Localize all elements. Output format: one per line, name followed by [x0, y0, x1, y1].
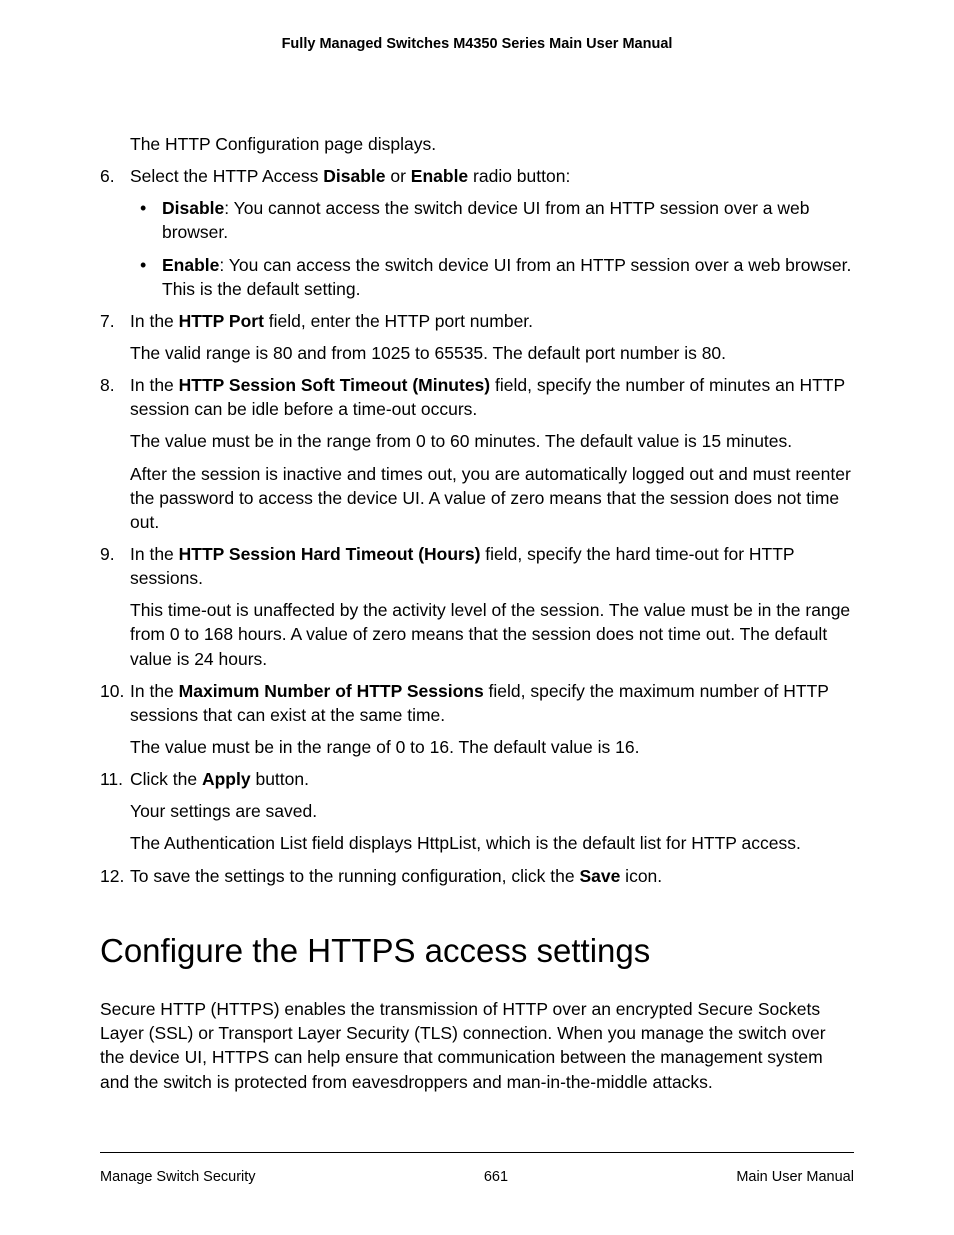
- page-header-title: Fully Managed Switches M4350 Series Main…: [100, 36, 854, 52]
- section-https-paragraph: Secure HTTP (HTTPS) enables the transmis…: [100, 997, 854, 1094]
- step-11-detail-2: The Authentication List field displays H…: [130, 831, 854, 855]
- step-7: 7. In the HTTP Port field, enter the HTT…: [130, 309, 854, 365]
- intro-paragraph: The HTTP Configuration page displays.: [130, 132, 854, 156]
- step-6-bullets: Disable: You cannot access the switch de…: [130, 196, 854, 301]
- section-heading-https: Configure the HTTPS access settings: [100, 928, 854, 974]
- body-content: The HTTP Configuration page displays. 6.…: [100, 132, 854, 1094]
- footer-page-number: 661: [484, 1169, 508, 1185]
- step-text: Click the Apply button.: [130, 769, 309, 789]
- step-number: 11.: [100, 767, 126, 791]
- step-text: In the HTTP Session Hard Timeout (Hours)…: [130, 544, 794, 588]
- step-7-detail: The valid range is 80 and from 1025 to 6…: [130, 341, 854, 365]
- footer-left: Manage Switch Security: [100, 1169, 256, 1185]
- step-text: In the HTTP Session Soft Timeout (Minute…: [130, 375, 845, 419]
- step-8-detail-2: After the session is inactive and times …: [130, 462, 854, 534]
- step-6: 6. Select the HTTP Access Disable or Ena…: [130, 164, 854, 301]
- step-11-detail-1: Your settings are saved.: [130, 799, 854, 823]
- document-page: Fully Managed Switches M4350 Series Main…: [0, 0, 954, 1235]
- bullet-disable: Disable: You cannot access the switch de…: [162, 196, 854, 244]
- step-text: Select the HTTP Access Disable or Enable…: [130, 166, 570, 186]
- step-10-detail: The value must be in the range of 0 to 1…: [130, 735, 854, 759]
- step-12: 12. To save the settings to the running …: [130, 864, 854, 888]
- page-footer: Manage Switch Security 661 Main User Man…: [100, 1152, 854, 1185]
- step-8-detail-1: The value must be in the range from 0 to…: [130, 429, 854, 453]
- step-number: 6.: [100, 164, 126, 188]
- step-9: 9. In the HTTP Session Hard Timeout (Hou…: [130, 542, 854, 671]
- step-10: 10. In the Maximum Number of HTTP Sessio…: [130, 679, 854, 759]
- footer-right: Main User Manual: [736, 1169, 854, 1185]
- bullet-enable: Enable: You can access the switch device…: [162, 253, 854, 301]
- step-number: 10.: [100, 679, 126, 703]
- step-text: In the HTTP Port field, enter the HTTP p…: [130, 311, 533, 331]
- step-9-detail: This time-out is unaffected by the activ…: [130, 598, 854, 670]
- step-11: 11. Click the Apply button. Your setting…: [130, 767, 854, 855]
- step-number: 9.: [100, 542, 126, 566]
- step-number: 7.: [100, 309, 126, 333]
- step-8: 8. In the HTTP Session Soft Timeout (Min…: [130, 373, 854, 534]
- step-text: To save the settings to the running conf…: [130, 866, 662, 886]
- step-number: 12.: [100, 864, 126, 888]
- step-number: 8.: [100, 373, 126, 397]
- ordered-steps: 6. Select the HTTP Access Disable or Ena…: [100, 164, 854, 888]
- step-text: In the Maximum Number of HTTP Sessions f…: [130, 681, 829, 725]
